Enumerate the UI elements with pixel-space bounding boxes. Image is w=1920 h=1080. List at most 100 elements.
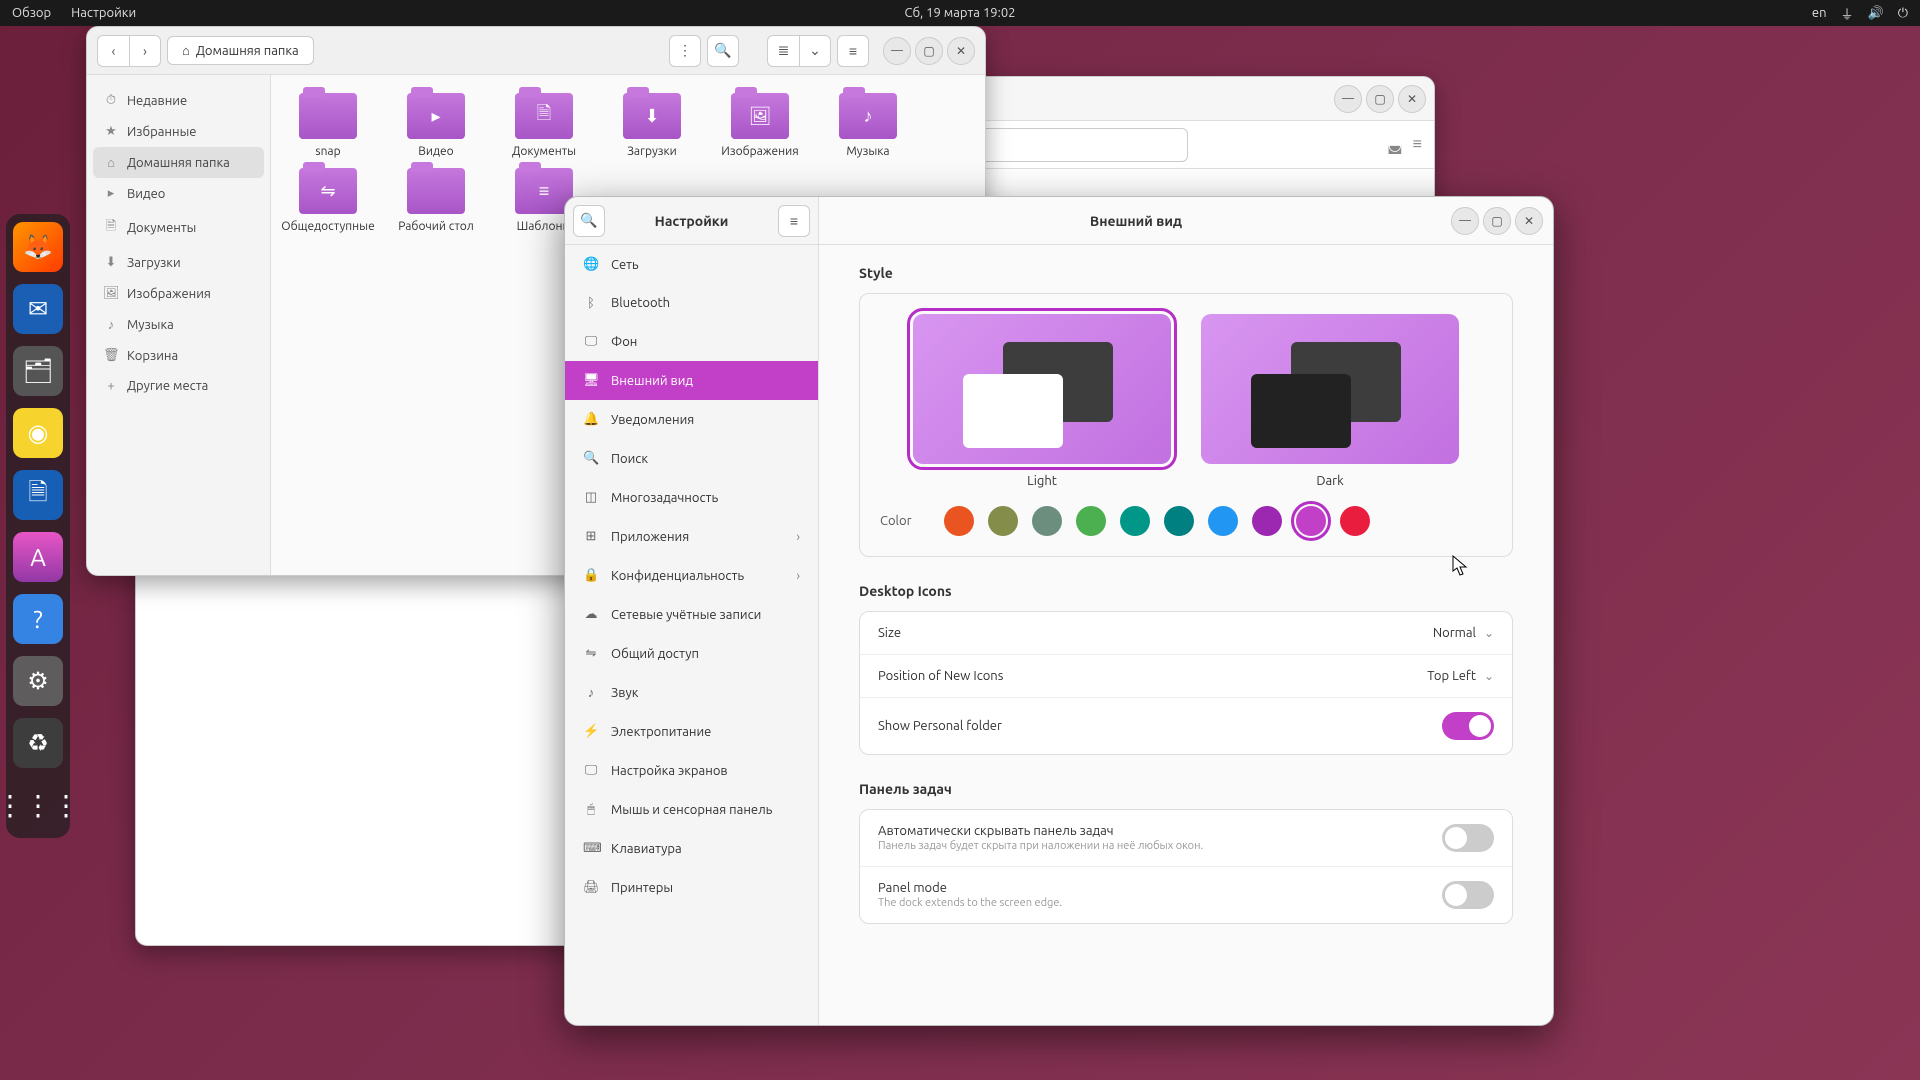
maximize-button[interactable]: ▢ <box>1366 85 1394 113</box>
style-light[interactable] <box>913 314 1171 464</box>
category-icon: 🔍 <box>583 451 599 466</box>
autohide-toggle[interactable] <box>1442 824 1494 852</box>
pocket-icon[interactable]: ◛ <box>1387 135 1403 154</box>
settings-category[interactable]: ⊞Приложения› <box>565 517 818 556</box>
settings-category[interactable]: 🖨Принтеры <box>565 868 818 907</box>
color-swatch[interactable] <box>1208 506 1238 536</box>
sidebar-item[interactable]: ⌂Домашняя папка <box>93 147 264 178</box>
folder-item[interactable]: 🗎Документы <box>505 93 583 158</box>
category-icon: 🖥 <box>583 373 599 388</box>
forward-button[interactable]: › <box>129 35 161 67</box>
dock-settings[interactable]: ⚙ <box>13 656 63 706</box>
home-icon: ⌂ <box>182 43 190 58</box>
search-button[interactable]: 🔍 <box>707 35 739 67</box>
color-label: Color <box>880 514 930 528</box>
menu-button[interactable]: ≡ <box>778 205 810 237</box>
settings-category[interactable]: 🔒Конфиденциальность› <box>565 556 818 595</box>
dock-trash[interactable]: ♻ <box>13 718 63 768</box>
dock-writer[interactable]: 🗎 <box>13 470 63 520</box>
color-swatch[interactable] <box>1164 506 1194 536</box>
activities-button[interactable]: Обзор <box>12 6 51 20</box>
folder-item[interactable]: 🖼Изображения <box>721 93 799 158</box>
color-swatch[interactable] <box>944 506 974 536</box>
dock-show-apps[interactable]: ⋮⋮⋮ <box>13 780 63 830</box>
settings-category[interactable]: ⌨Клавиатура <box>565 829 818 868</box>
sidebar-item[interactable]: 🖼Изображения <box>93 278 264 309</box>
settings-category[interactable]: 🖱Мышь и сенсорная панель <box>565 790 818 829</box>
color-swatch[interactable] <box>1252 506 1282 536</box>
settings-category[interactable]: 🖵Фон <box>565 322 818 361</box>
close-button[interactable]: ✕ <box>1398 85 1426 113</box>
folder-item[interactable]: ⬇Загрузки <box>613 93 691 158</box>
settings-category[interactable]: ◫Многозадачность <box>565 478 818 517</box>
color-swatch[interactable] <box>988 506 1018 536</box>
sidebar-item[interactable]: ▸Видео <box>93 178 264 209</box>
minimize-button[interactable]: — <box>1451 207 1479 235</box>
power-icon[interactable]: ⏻ <box>1898 6 1908 21</box>
style-heading: Style <box>859 265 1513 281</box>
hamburger-button[interactable]: ≡ <box>837 35 869 67</box>
kebab-button[interactable]: ⋮ <box>669 35 701 67</box>
panelmode-toggle[interactable] <box>1442 881 1494 909</box>
sidebar-icon: 🗎 <box>103 217 119 239</box>
dock-help[interactable]: ? <box>13 594 63 644</box>
color-swatch[interactable] <box>1032 506 1062 536</box>
minimize-button[interactable]: — <box>1334 85 1362 113</box>
sidebar-item[interactable]: 🗑Корзина <box>93 340 264 371</box>
path-bar[interactable]: ⌂Домашняя папка <box>167 36 314 65</box>
dock-software[interactable]: A <box>13 532 63 582</box>
color-swatch[interactable] <box>1340 506 1370 536</box>
maximize-button[interactable]: ▢ <box>1483 207 1511 235</box>
settings-category[interactable]: 🔔Уведомления <box>565 400 818 439</box>
clock[interactable]: Сб, 19 марта 19:02 <box>905 6 1016 20</box>
folder-item[interactable]: ▸Видео <box>397 93 475 158</box>
view-list-button[interactable]: ≣ <box>767 35 799 67</box>
maximize-button[interactable]: ▢ <box>915 37 943 65</box>
sidebar-item[interactable]: ⏱Недавние <box>93 85 264 116</box>
settings-category[interactable]: ♪Звук <box>565 673 818 712</box>
volume-icon[interactable]: 🔊 <box>1868 6 1884 21</box>
settings-category[interactable]: ᛒBluetooth <box>565 284 818 322</box>
folder-item[interactable]: ♪Музыка <box>829 93 907 158</box>
settings-category[interactable]: 🔍Поиск <box>565 439 818 478</box>
back-button[interactable]: ‹ <box>97 35 129 67</box>
folder-item[interactable]: ⇋Общедоступные <box>289 168 367 233</box>
sidebar-item[interactable]: ♪Музыка <box>93 309 264 340</box>
size-row[interactable]: Size Normal⌄ <box>860 612 1512 655</box>
sidebar-item[interactable]: ★Избранные <box>93 116 264 147</box>
sidebar-item[interactable]: ⬇Загрузки <box>93 247 264 278</box>
close-button[interactable]: ✕ <box>947 37 975 65</box>
settings-category[interactable]: 🖵Настройка экранов <box>565 751 818 790</box>
settings-category[interactable]: ⇋Общий доступ <box>565 634 818 673</box>
dock: 🦊 ✉ 🗂 ◉ 🗎 A ? ⚙ ♻ ⋮⋮⋮ <box>6 214 70 838</box>
close-button[interactable]: ✕ <box>1515 207 1543 235</box>
minimize-button[interactable]: — <box>883 37 911 65</box>
sidebar-item[interactable]: +Другие места <box>93 371 264 401</box>
lang-indicator[interactable]: en <box>1812 6 1827 20</box>
color-swatch[interactable] <box>1120 506 1150 536</box>
folder-item[interactable]: Рабочий стол <box>397 168 475 233</box>
settings-category[interactable]: ☁Сетевые учётные записи <box>565 595 818 634</box>
sidebar-item[interactable]: 🗎Документы <box>93 209 264 247</box>
dock-rhythmbox[interactable]: ◉ <box>13 408 63 458</box>
style-dark-label: Dark <box>1316 474 1343 488</box>
folder-item[interactable]: snap <box>289 93 367 158</box>
color-swatch[interactable] <box>1296 506 1326 536</box>
settings-category[interactable]: 🌐Сеть <box>565 245 818 284</box>
settings-category[interactable]: 🖥Внешний вид <box>565 361 818 400</box>
folder-icon: ♪ <box>839 93 897 139</box>
dock-firefox[interactable]: 🦊 <box>13 222 63 272</box>
search-button[interactable]: 🔍 <box>573 205 605 237</box>
position-row[interactable]: Position of New Icons Top Left⌄ <box>860 655 1512 698</box>
dock-thunderbird[interactable]: ✉ <box>13 284 63 334</box>
dock-files[interactable]: 🗂 <box>13 346 63 396</box>
menu-icon[interactable]: ≡ <box>1413 135 1422 154</box>
app-menu[interactable]: Настройки <box>71 6 136 20</box>
settings-category[interactable]: ⚡Электропитание <box>565 712 818 751</box>
color-swatch[interactable] <box>1076 506 1106 536</box>
page-title: Внешний вид <box>829 213 1443 229</box>
personal-folder-toggle[interactable] <box>1442 712 1494 740</box>
network-icon[interactable]: ⏚ <box>1841 4 1854 23</box>
style-dark[interactable] <box>1201 314 1459 464</box>
view-dropdown-button[interactable]: ⌄ <box>799 35 831 67</box>
